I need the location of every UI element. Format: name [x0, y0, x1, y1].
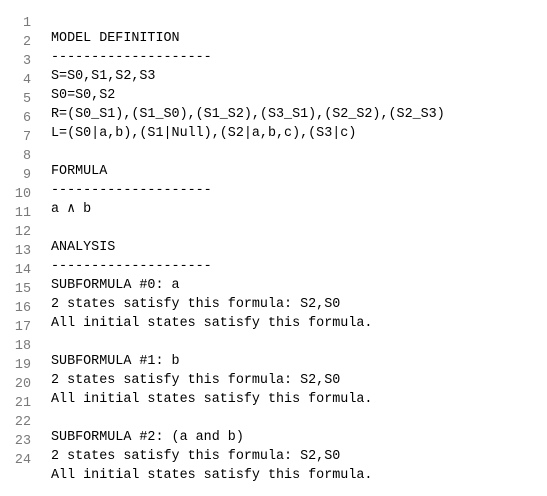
editor-line-22: 22 SUBFORMULA #2: (a and b): [0, 398, 547, 445]
editor-line-5: 5 R=(S0_S1),(S1_S0),(S1_S2),(S3_S1),(S2_…: [0, 75, 547, 122]
editor-line-2: 2 --------------------: [0, 18, 547, 65]
editor-line-23: 23 2 states satisfy this formula: S2,S0: [0, 417, 547, 464]
editor-line-8: 8 FORMULA: [0, 132, 547, 179]
editor-line-20: 20 All initial states satisfy this formu…: [0, 360, 547, 407]
editor-line-14: 14 SUBFORMULA #0: a: [0, 246, 547, 293]
editor-line-4: 4 S0=S0,S2: [0, 56, 547, 103]
editor-line-12: 12 ANALYSIS: [0, 208, 547, 255]
editor-line-6: 6 L=(S0|a,b),(S1|Null),(S2|a,b,c),(S3|c): [0, 94, 547, 141]
editor-line-11: 11: [0, 189, 547, 221]
editor-line-18: 18 SUBFORMULA #1: b: [0, 322, 547, 369]
text-editor[interactable]: 1 MODEL DEFINITION 2 -------------------…: [0, 0, 547, 483]
line-text[interactable]: All initial states satisfy this formula.: [51, 466, 372, 485]
editor-line-16: 16 All initial states satisfy this formu…: [0, 284, 547, 331]
editor-line-19: 19 2 states satisfy this formula: S2,S0: [0, 341, 547, 388]
editor-line-7: 7: [0, 113, 547, 145]
editor-line-9: 9 --------------------: [0, 151, 547, 198]
editor-line-3: 3 S=S0,S1,S2,S3: [0, 37, 547, 84]
editor-line-10: 10 a ∧ b: [0, 170, 547, 217]
editor-line-17: 17: [0, 303, 547, 335]
line-number: 24: [14, 453, 31, 468]
editor-line-15: 15 2 states satisfy this formula: S2,S0: [0, 265, 547, 312]
editor-line-21: 21: [0, 379, 547, 411]
editor-line-24: 24 All initial states satisfy this formu…: [0, 436, 547, 483]
editor-line-1: 1 MODEL DEFINITION: [0, 0, 547, 46]
editor-line-13: 13 --------------------: [0, 227, 547, 274]
